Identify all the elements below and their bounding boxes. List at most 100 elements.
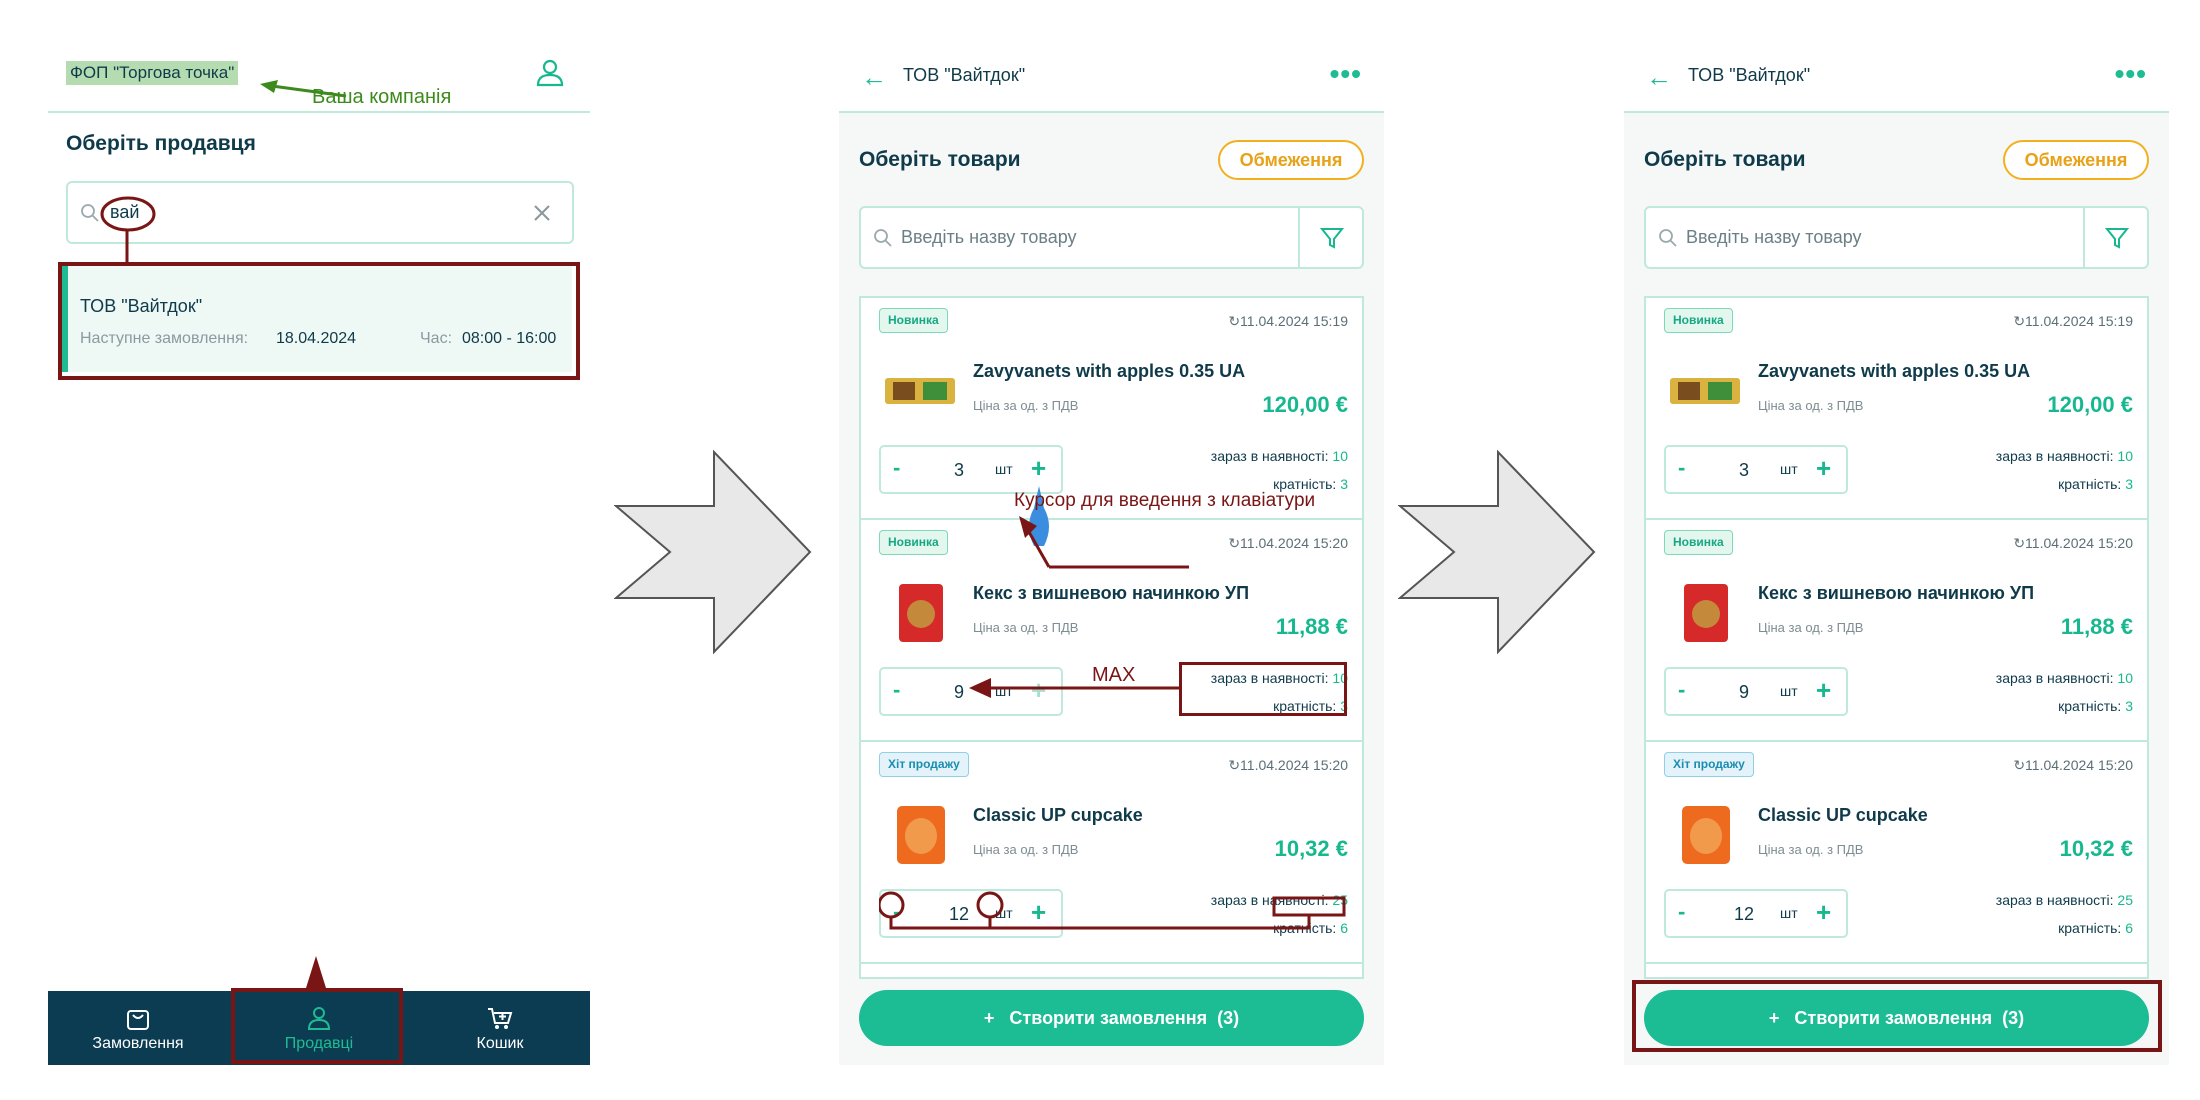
quantity-stepper[interactable]: - 12 шт + (1664, 889, 1848, 938)
vendor-select-screen: ФОП "Торгова точка" Ваша компанія Оберіт… (48, 50, 590, 1065)
refresh-icon: ↻ (1228, 313, 1241, 329)
minus-button[interactable]: - (1678, 455, 1685, 481)
more-icon[interactable]: ••• (2115, 58, 2147, 90)
company-name: ФОП "Торгова точка" (66, 61, 239, 85)
price-note: Ціна за од. з ПДВ (973, 842, 1079, 857)
product-date: ↻11.04.2024 15:19 (1228, 313, 1348, 329)
minus-button[interactable]: - (893, 677, 900, 703)
page-title: Оберіть товари (1644, 148, 1806, 171)
header: ← ТОВ "Вайтдок" ••• (839, 50, 1384, 113)
product-list: Новинка ↻11.04.2024 15:19 Zavyvanets wit… (859, 296, 1364, 979)
refresh-icon: ↻ (1228, 535, 1241, 551)
quantity-input[interactable]: 12 (1724, 904, 1764, 925)
quantity-stepper[interactable]: - 3 шт + (1664, 445, 1848, 494)
search-placeholder: Введіть назву товару (901, 227, 1077, 247)
product-name: Classic UP cupcake (1758, 805, 1928, 825)
product-date: ↻11.04.2024 15:20 (1228, 757, 1348, 773)
product-price: 10,32 € (1274, 836, 1348, 861)
product-search-input[interactable]: Введіть назву товару (1644, 206, 2149, 269)
highlight-box (231, 988, 403, 1064)
refresh-icon: ↻ (2013, 313, 2026, 329)
plus-button[interactable]: + (1816, 897, 1831, 928)
filter-button[interactable] (1298, 208, 1362, 267)
limits-button[interactable]: Обмеження (2003, 140, 2149, 180)
filter-icon (2105, 228, 2129, 249)
product-image (897, 806, 945, 864)
user-icon[interactable] (535, 58, 565, 88)
refresh-icon: ↻ (1228, 757, 1241, 773)
product-card: Новинка ↻11.04.2024 15:19 Zavyvanets wit… (1646, 298, 2147, 520)
product-search-input[interactable]: Введіть назву товару (859, 206, 1364, 269)
cursor-annotation-label: Курсор для введення з клавіатури (1014, 490, 1316, 511)
quantity-stepper[interactable]: - 9 шт + (1664, 667, 1848, 716)
create-order-button[interactable]: + Створити замовлення (3) (859, 990, 1364, 1046)
product-name: Zavyvanets with apples 0.35 UA (973, 361, 1246, 381)
filter-button[interactable] (2083, 208, 2147, 267)
refresh-icon: ↻ (2013, 757, 2026, 773)
product-price: 11,88 € (1275, 614, 1348, 639)
product-image (899, 584, 943, 642)
product-name: Classic UP cupcake (973, 805, 1143, 825)
unit-label: шт (1780, 461, 1798, 477)
stock-info: зараз в наявності: 10 (1995, 448, 2133, 464)
limits-button[interactable]: Обмеження (1218, 140, 1364, 180)
stock-info: зараз в наявності: 10 (1210, 448, 1348, 464)
product-image (1682, 806, 1730, 864)
product-badge: Хіт продажу (879, 752, 969, 777)
stock-info: зараз в наявності: 10 (1995, 670, 2133, 686)
create-order-button[interactable]: + Створити замовлення (3) (1644, 990, 2149, 1046)
plus-icon: + (983, 1008, 995, 1028)
vendor-name: ТОВ "Вайтдок" (903, 65, 1026, 85)
time-value: 08:00 - 16:00 (462, 330, 557, 347)
stock-info: зараз в наявності: 25 (1995, 892, 2133, 908)
product-date: ↻11.04.2024 15:20 (2013, 757, 2133, 773)
next-order-label: Наступне замовлення: (80, 330, 249, 347)
quantity-input[interactable]: 9 (1724, 682, 1764, 703)
search-icon (874, 229, 892, 247)
price-note: Ціна за од. з ПДВ (1758, 842, 1864, 857)
product-badge: Новинка (879, 530, 948, 555)
flow-arrow-icon (1398, 450, 1596, 654)
product-badge: Новинка (1664, 308, 1733, 333)
minus-button[interactable]: - (893, 455, 900, 481)
vendor-card[interactable]: ТОВ "Вайтдок" Наступне замовлення: 18.04… (62, 266, 572, 372)
product-card: Новинка ↻11.04.2024 15:20 Кекс з вишнево… (1646, 520, 2147, 742)
back-arrow-icon[interactable]: ← (861, 62, 887, 93)
product-badge: Новинка (879, 308, 948, 333)
plus-button[interactable]: + (1816, 675, 1831, 706)
filter-icon (1320, 228, 1344, 249)
product-select-screen-final: ← ТОВ "Вайтдок" ••• Оберіть товари Обмеж… (1624, 50, 2169, 1065)
search-icon (81, 204, 99, 222)
page-title: Оберіть товари (859, 148, 1021, 171)
multiplicity-info: кратність: 6 (2058, 920, 2133, 936)
price-note: Ціна за од. з ПДВ (1758, 620, 1864, 635)
close-icon[interactable] (532, 203, 552, 223)
product-price: 120,00 € (2047, 392, 2133, 417)
max-arrow (969, 678, 1179, 698)
product-select-screen: ← ТОВ "Вайтдок" ••• Оберіть товари Обмеж… (839, 50, 1384, 1065)
minus-button[interactable]: - (1678, 677, 1685, 703)
nav-cart[interactable]: Кошик (410, 991, 590, 1065)
back-arrow-icon[interactable]: ← (1646, 62, 1672, 93)
product-date: ↻11.04.2024 15:20 (2013, 535, 2133, 551)
product-price: 10,32 € (2059, 836, 2133, 861)
quantity-input[interactable]: 3 (1724, 460, 1764, 481)
product-date: ↻11.04.2024 15:19 (2013, 313, 2133, 329)
nav-cart-label: Кошик (476, 1035, 524, 1052)
product-name: Кекс з вишневою начинкою УП (973, 583, 1250, 603)
minus-button[interactable]: - (1678, 899, 1685, 925)
unit-label: шт (1780, 905, 1798, 921)
multiplicity-annotation (879, 891, 1346, 930)
product-badge: Новинка (1664, 530, 1733, 555)
nav-orders[interactable]: Замовлення (48, 991, 228, 1065)
plus-button[interactable]: + (1816, 453, 1831, 484)
vendor-name: ТОВ "Вайтдок" (80, 296, 203, 316)
nav-orders-label: Замовлення (92, 1035, 184, 1052)
product-date: ↻11.04.2024 15:20 (1228, 535, 1348, 551)
max-annotation-label: MAX (1092, 664, 1136, 686)
more-icon[interactable]: ••• (1330, 58, 1362, 90)
page-title: Оберіть продавця (66, 132, 256, 155)
product-list: Новинка ↻11.04.2024 15:19 Zavyvanets wit… (1644, 296, 2149, 979)
product-card: Хіт продажу ↻11.04.2024 15:20 Classic UP… (1646, 742, 2147, 964)
company-note: Ваша компанія (312, 86, 452, 108)
